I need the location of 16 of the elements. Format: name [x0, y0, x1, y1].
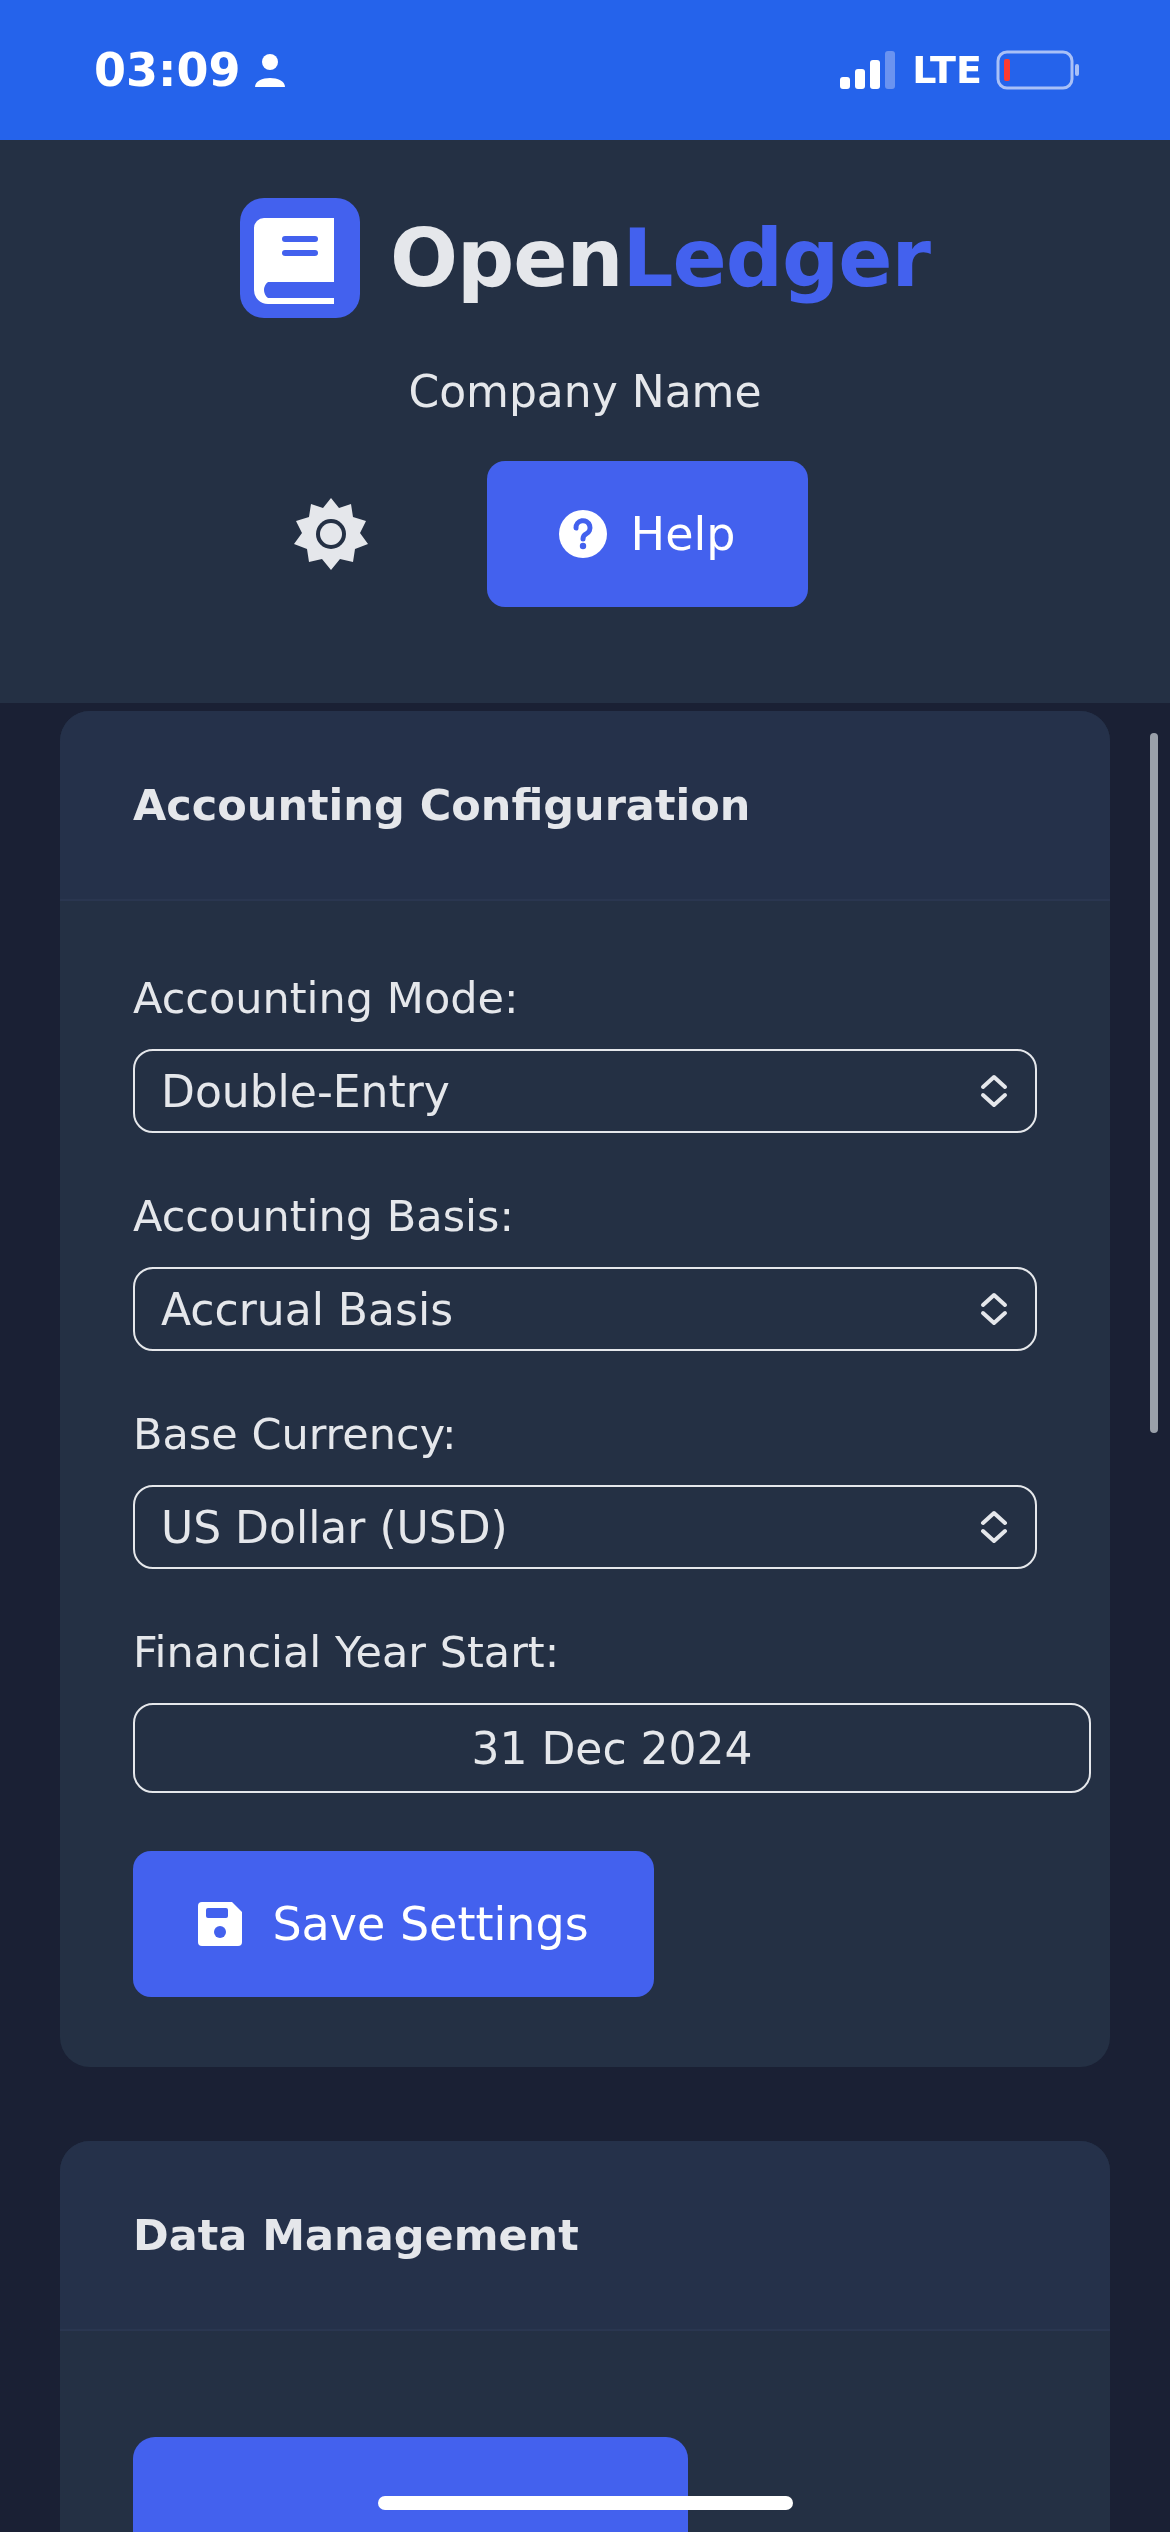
card-title: Accounting Configuration — [133, 780, 751, 830]
status-time: 03:09 — [94, 43, 241, 97]
select-field[interactable]: US Dollar (USD) — [133, 1485, 1037, 1569]
company-name: Company Name — [408, 366, 762, 417]
field-label: Financial Year Start: — [133, 1627, 561, 1677]
app-logo-text: OpenLedger — [390, 211, 930, 305]
select-field[interactable]: Accrual Basis — [133, 1267, 1037, 1351]
field-label: Accounting Basis: — [133, 1191, 515, 1241]
date-field[interactable]: 31 Dec 2024 — [133, 1703, 1091, 1793]
save-button[interactable]: Save Settings — [133, 1851, 654, 1997]
card-title: Data Management — [133, 2210, 579, 2260]
network-label: LTE — [912, 48, 982, 92]
help-button[interactable]: Help — [486, 461, 808, 607]
field-label: Base Currency: — [133, 1409, 458, 1459]
field-label: Accounting Mode: — [133, 973, 520, 1023]
select-field[interactable]: Double-Entry — [133, 1049, 1037, 1133]
